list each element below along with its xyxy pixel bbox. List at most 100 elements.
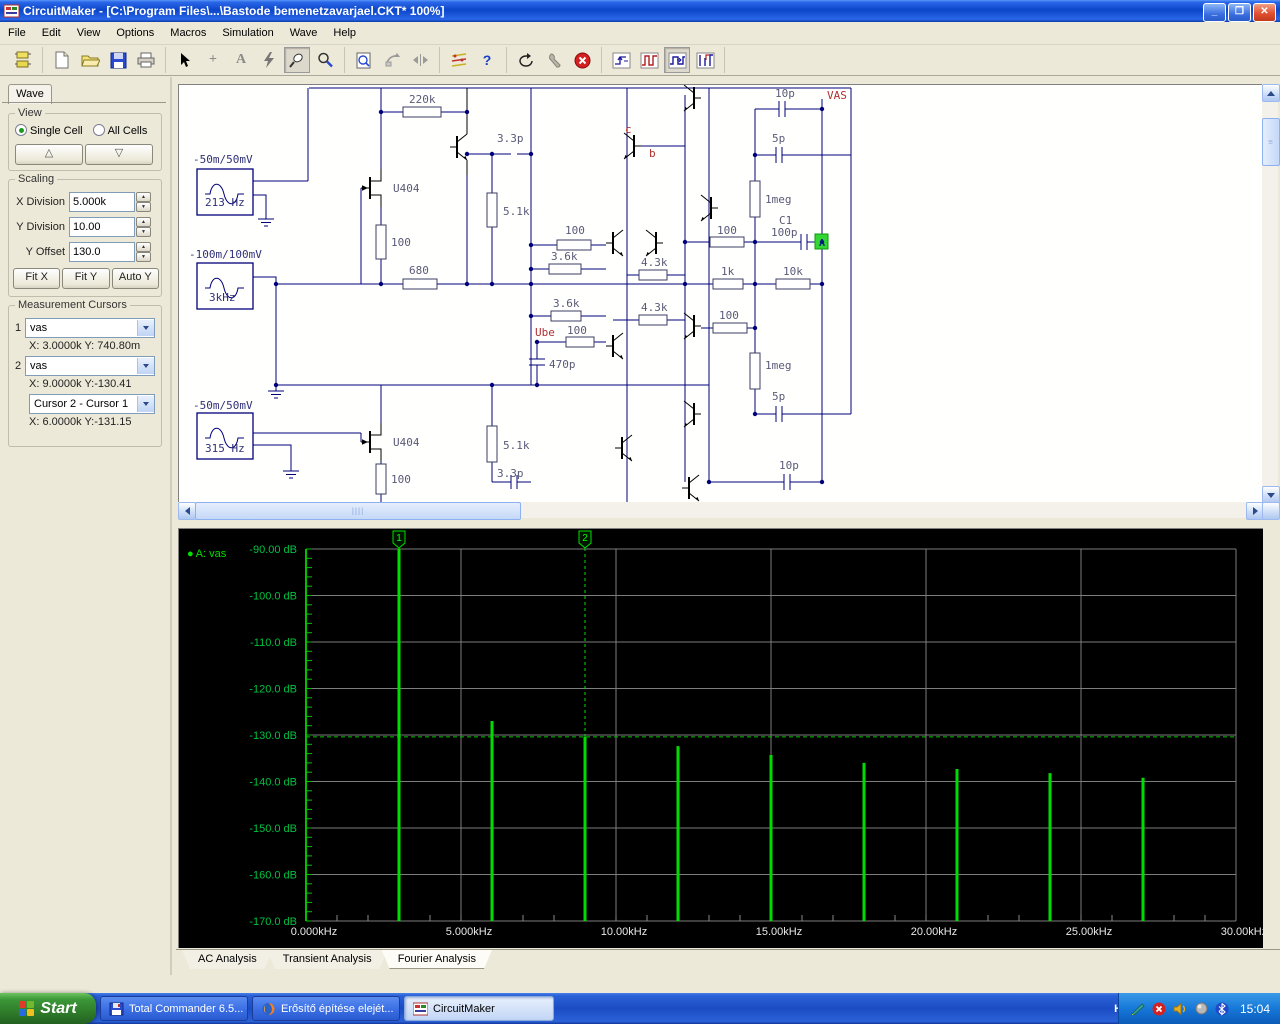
- arrow-tool-button[interactable]: [172, 47, 198, 73]
- open-file-button[interactable]: [77, 47, 103, 73]
- menu-simulation[interactable]: Simulation: [214, 24, 281, 42]
- dropdown-button[interactable]: [137, 396, 154, 412]
- x-division-spinner[interactable]: ▲ ▼: [136, 192, 151, 212]
- reset-button[interactable]: [513, 47, 539, 73]
- restore-button[interactable]: ❐: [1228, 3, 1251, 22]
- circuit-label: c: [625, 123, 632, 136]
- fit-x-button[interactable]: Fit X: [13, 268, 61, 289]
- status-ball-tray-icon[interactable]: [1194, 1001, 1209, 1016]
- save-floppy-icon: [110, 52, 126, 68]
- circuit-label: 3.6k: [551, 250, 578, 263]
- tab-ac-analysis[interactable]: AC Analysis: [182, 950, 273, 969]
- edit-wires-icon: [451, 53, 467, 67]
- wire-tool-button[interactable]: +: [200, 47, 226, 73]
- print-icon: [137, 52, 155, 68]
- dropdown-button[interactable]: [137, 358, 154, 374]
- print-button[interactable]: [133, 47, 159, 73]
- transient-analysis-button[interactable]: [664, 47, 690, 73]
- radio-single-cell[interactable]: Single Cell: [15, 124, 83, 137]
- menu-wave[interactable]: Wave: [282, 24, 326, 42]
- taskbar-item-circuitmaker[interactable]: CircuitMaker: [404, 996, 554, 1021]
- menu-file[interactable]: File: [0, 24, 34, 42]
- prev-cell-button[interactable]: △: [15, 144, 83, 165]
- series-name: A: vas: [195, 548, 227, 560]
- auto-y-button[interactable]: Auto Y: [111, 268, 159, 289]
- menu-view[interactable]: View: [69, 24, 109, 42]
- mirror-button[interactable]: [407, 47, 433, 73]
- y-division-spinner[interactable]: ▲ ▼: [136, 217, 151, 237]
- stop-simulation-button[interactable]: [569, 47, 595, 73]
- cursor2-signal-select[interactable]: vas: [25, 356, 155, 376]
- cursor2-signal-value: vas: [30, 360, 48, 372]
- probe-tool-button[interactable]: [284, 47, 310, 73]
- vertical-scrollbar-thumb[interactable]: ≡: [1262, 118, 1280, 166]
- scroll-left-button[interactable]: [178, 502, 196, 520]
- close-button[interactable]: ✕: [1253, 3, 1276, 22]
- fit-y-button[interactable]: Fit Y: [62, 268, 110, 289]
- y-offset-input[interactable]: [69, 242, 135, 262]
- menu-macros[interactable]: Macros: [162, 24, 214, 42]
- save-file-button[interactable]: [105, 47, 131, 73]
- options-wrench-button[interactable]: [541, 47, 567, 73]
- cursor-delta-select[interactable]: Cursor 2 - Cursor 1: [29, 394, 155, 414]
- radio-all-cells[interactable]: All Cells: [92, 124, 147, 137]
- menu-help[interactable]: Help: [325, 24, 364, 42]
- taskbar-item-browser[interactable]: Erősítő építése elejét...: [252, 996, 400, 1021]
- edit-wires-button[interactable]: [446, 47, 472, 73]
- next-cell-button[interactable]: ▽: [85, 144, 153, 165]
- delete-tool-button[interactable]: [256, 47, 282, 73]
- horizontal-scrollbar-thumb[interactable]: ||||: [195, 502, 521, 520]
- arrow-right-icon: [1252, 507, 1258, 515]
- security-shield-tray-icon[interactable]: [1152, 1001, 1167, 1016]
- menu-options[interactable]: Options: [108, 24, 162, 42]
- chevron-down-icon: [143, 326, 149, 330]
- x-tick-label: 5.000kHz: [446, 926, 492, 938]
- rotate-button[interactable]: [379, 47, 405, 73]
- tab-fourier-analysis[interactable]: Fourier Analysis: [382, 950, 492, 969]
- divider: [2, 102, 166, 103]
- menu-edit[interactable]: Edit: [34, 24, 69, 42]
- minimize-button[interactable]: _: [1203, 3, 1226, 22]
- zoom-tool-button[interactable]: [312, 47, 338, 73]
- text-tool-button[interactable]: A: [228, 47, 254, 73]
- cursor1-signal-select[interactable]: vas: [25, 318, 155, 338]
- new-file-button[interactable]: [49, 47, 75, 73]
- fourier-plot[interactable]: -90.00 dB -100.0 dB -110.0 dB -120.0 dB -130…: [179, 529, 1267, 948]
- circuit-label: 1k: [721, 265, 735, 278]
- reset-arrow-icon: [518, 52, 533, 67]
- dropdown-button[interactable]: [137, 320, 154, 336]
- firefox-icon: [262, 1002, 275, 1015]
- circuit-label: 100: [391, 473, 411, 486]
- chevron-down-icon: [143, 364, 149, 368]
- circuit-label: -100m/100mV: [189, 248, 262, 261]
- zoom-document-button[interactable]: [351, 47, 377, 73]
- y-division-input[interactable]: [69, 217, 135, 237]
- title-bar: CircuitMaker - [C:\Program Files\...\Bas…: [0, 0, 1280, 22]
- mirror-icon: [412, 54, 428, 66]
- probe-icon: [289, 53, 303, 68]
- tab-wave[interactable]: Wave: [8, 84, 52, 104]
- fourier-analysis-button[interactable]: [692, 47, 718, 73]
- start-button[interactable]: Start: [0, 993, 96, 1024]
- scroll-up-button[interactable]: [1262, 84, 1280, 102]
- tab-transient-analysis[interactable]: Transient Analysis: [267, 950, 388, 969]
- taskbar-item-total-commander[interactable]: Total Commander 6.5...: [100, 996, 248, 1021]
- circuit-canvas[interactable]: 220k -50m/50mV 213 Hz U404 100 680 3.3p 5.1k c b V…: [178, 84, 1263, 503]
- cursors-group-title: Measurement Cursors: [15, 299, 130, 311]
- cursor-flag-number: 1: [396, 533, 402, 544]
- x-division-input[interactable]: [69, 192, 135, 212]
- ac-analysis-button[interactable]: [636, 47, 662, 73]
- digital-step-button[interactable]: [608, 47, 634, 73]
- help-button[interactable]: ?: [474, 47, 500, 73]
- rotate-icon: [385, 53, 400, 67]
- system-tray: 15:04: [1117, 993, 1280, 1024]
- bluetooth-tray-icon[interactable]: [1215, 1001, 1230, 1016]
- new-file-icon: [55, 51, 69, 69]
- scaling-group-title: Scaling: [15, 173, 58, 185]
- volume-tray-icon[interactable]: [1173, 1001, 1188, 1016]
- y-offset-spinner[interactable]: ▲ ▼: [136, 242, 151, 262]
- circuit-label: 5.1k: [503, 205, 530, 218]
- tablet-tray-icon[interactable]: [1131, 1001, 1146, 1016]
- parts-browser-button[interactable]: [10, 47, 36, 73]
- task-label: Erősítő építése elejét...: [281, 1002, 394, 1015]
